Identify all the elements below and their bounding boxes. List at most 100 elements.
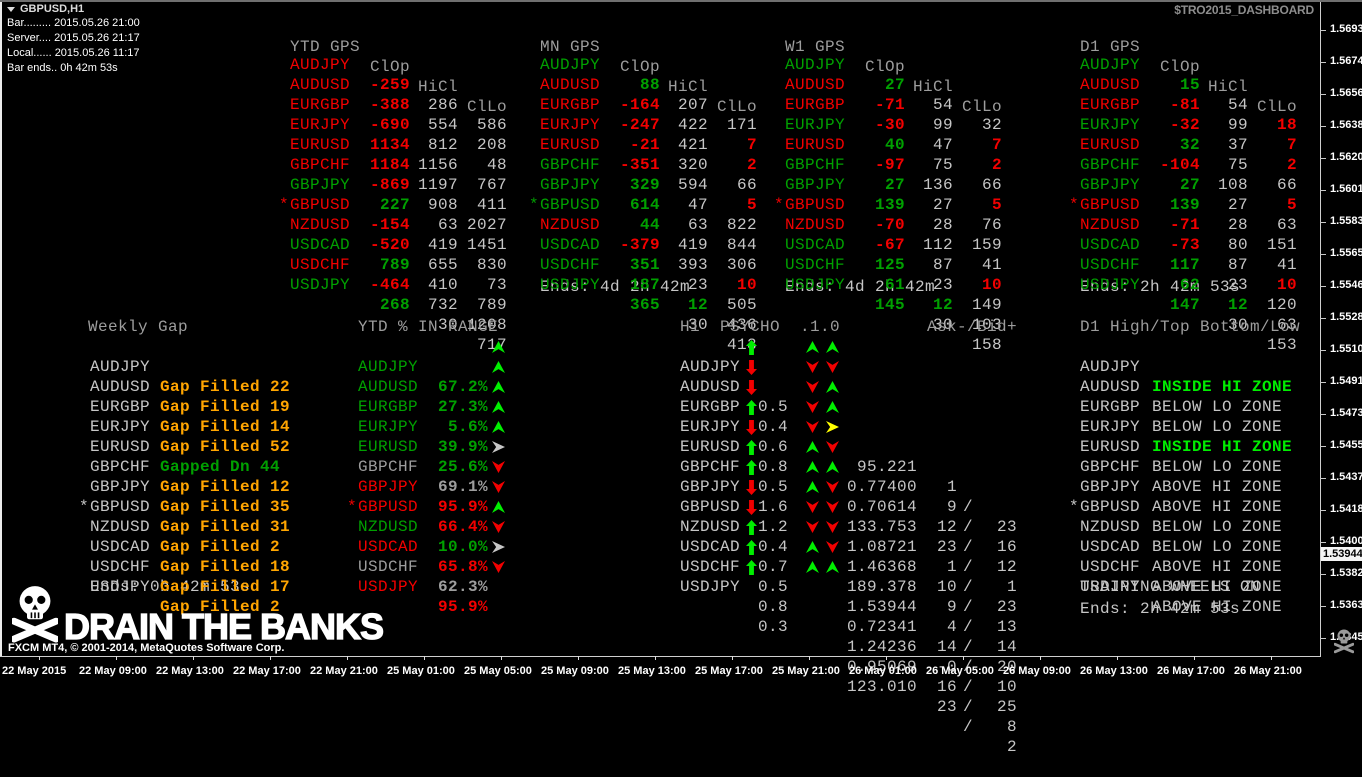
direction-block-arrow-icon	[746, 560, 757, 575]
time-label: 25 May 01:00	[387, 665, 455, 677]
price-label: 1.56565	[1330, 87, 1362, 99]
zone-row: EURJPY INSIDE HI ZONE	[1080, 397, 1320, 456]
psycho-row: EURGBP 0.6 0.70614 12 / 12	[680, 377, 1020, 576]
price-label: 1.54185	[1330, 503, 1362, 515]
price-label: 1.55650	[1330, 247, 1362, 259]
focus-star: *	[1069, 498, 1080, 516]
signal-arrow-icon	[806, 401, 819, 413]
time-axis[interactable]: 22 May 2015 22 May 09:00 22 May 13:00 22…	[2, 656, 1362, 677]
psycho-row: AUDUSD 0.4 0.77400 9 / 16	[680, 357, 1020, 556]
signal-arrow-icon	[826, 501, 839, 513]
time-tick: 26 May 05:00	[926, 656, 994, 677]
price-tick: 1.54735	[1320, 406, 1362, 422]
time-label: 26 May 21:00	[1234, 665, 1302, 677]
askbid-separator: /	[963, 618, 974, 636]
price-label: 1.56380	[1330, 119, 1362, 131]
price-label: 1.55285	[1330, 311, 1362, 323]
trend-arrow-icon	[492, 461, 505, 473]
current-price: 0.72341	[846, 618, 917, 636]
bid-count: 1	[1006, 578, 1017, 596]
price-label: 1.53820	[1330, 567, 1362, 579]
signal-arrow-icon	[806, 561, 819, 573]
ytd-range-row: USDCAD 65.8%	[358, 517, 518, 576]
zone-row: USDCAD ABOVE HI ZONE	[1080, 517, 1320, 576]
price-label: 1.54735	[1330, 407, 1362, 419]
zone-row: GBPCHF ABOVE HI ZONE	[1080, 437, 1320, 496]
zones-section: D1 High/Top Bottom/Low TRAINING WHEELS O…	[1069, 0, 1320, 675]
time-label: 25 May 17:00	[695, 665, 763, 677]
weekly-gap-row: * GBPUSD Gap Filled 31	[79, 477, 330, 536]
signal-arrow-icon	[826, 421, 839, 433]
direction-block-arrow-icon	[746, 440, 757, 455]
gap-status: Gap Filled 17	[160, 578, 291, 596]
zone-status: ABOVE HI ZONE	[1152, 578, 1283, 596]
weekly-gap-row: USDJPY Gap Filled 2	[90, 557, 330, 616]
signal-arrow-icon	[826, 441, 839, 453]
trend-arrow-icon	[492, 381, 505, 393]
clop-value: 365	[629, 296, 660, 314]
price-tick: 1.55465	[1320, 278, 1362, 294]
price-tick: 1.56565	[1320, 86, 1362, 102]
price-tick: 1.56380	[1320, 118, 1362, 134]
weekly-gap-row: AUDUSD Gap Filled 19	[90, 357, 330, 416]
time-label: 25 May 21:00	[772, 665, 840, 677]
chart-title-bar[interactable]: GBPUSD,H1	[7, 3, 84, 15]
pair-label: USDJPY	[680, 578, 741, 596]
clop-value: 187	[629, 276, 660, 294]
chevron-down-icon	[7, 6, 15, 12]
time-tick: 22 May 17:00	[233, 656, 301, 677]
direction-block-arrow-icon	[746, 520, 757, 535]
bid-count: 25	[996, 698, 1017, 716]
platform-copyright: FXCM MT4, © 2001-2014, MetaQuotes Softwa…	[8, 642, 285, 654]
direction-block-arrow-icon	[746, 400, 757, 415]
price-tick: 1.54370	[1320, 470, 1362, 486]
psycho-row: USDCHF 0.8 0.95069 16 / 8	[680, 537, 1020, 736]
trend-arrow-icon	[492, 421, 505, 433]
price-tick: 1.56930	[1320, 22, 1362, 38]
time-label: 25 May 13:00	[618, 665, 686, 677]
range-percent: 62.3%	[437, 578, 488, 596]
direction-block-arrow-icon	[746, 460, 757, 475]
time-tick: 26 May 21:00	[1234, 656, 1302, 677]
time-label: 25 May 09:00	[541, 665, 609, 677]
signal-arrow-icon	[806, 341, 819, 353]
current-price-marker: 1.53944	[1321, 547, 1362, 561]
time-label: 26 May 01:00	[849, 665, 917, 677]
ask-count: 16	[936, 678, 957, 696]
bid-count: 14	[996, 638, 1017, 656]
signal-arrow-icon	[826, 361, 839, 373]
bid-count: 23	[996, 598, 1017, 616]
trend-arrow-icon	[492, 361, 505, 373]
time-label: 26 May 09:00	[1003, 665, 1071, 677]
zone-row: EURUSD BELOW LO ZONE	[1080, 417, 1320, 476]
psycho-row: GBPJPY 1.2 189.378 9 / 14	[680, 457, 1020, 656]
bid-count: 2	[1006, 738, 1017, 756]
current-price: 189.378	[846, 578, 917, 596]
time-tick: 26 May 01:00	[849, 656, 917, 677]
price-tick: 1.56745	[1320, 54, 1362, 70]
ask-count: 23	[936, 698, 957, 716]
ytd-range-row: EURGBP 5.6%	[358, 377, 518, 436]
time-tick: 22 May 13:00	[156, 656, 224, 677]
trend-arrow-icon	[492, 541, 505, 553]
time-label: 22 May 09:00	[79, 665, 147, 677]
zone-row: * GBPUSD BELOW LO ZONE	[1069, 477, 1320, 536]
trend-arrow-icon	[492, 561, 505, 573]
time-label: 26 May 17:00	[1157, 665, 1225, 677]
skull-watermark-icon	[1334, 629, 1354, 654]
signal-arrow-icon	[806, 361, 819, 373]
time-tick: 22 May 09:00	[79, 656, 147, 677]
zone-row: NZDUSD BELOW LO ZONE	[1080, 497, 1320, 556]
pair-label: USDJPY	[90, 578, 151, 596]
time-tick: 22 May 21:00	[310, 656, 378, 677]
direction-block-arrow-icon	[746, 340, 757, 355]
price-label: 1.56015	[1330, 183, 1362, 195]
psycho-section: H1 PSYCHO .1.0 Ask-/Bid+ AUDJPY 0.5 95.2…	[680, 0, 1020, 756]
askbid-separator: /	[963, 598, 974, 616]
askbid-header: Ask-/Bid+	[926, 318, 1017, 336]
mt4-chart-window: { "window": { "title": "GBPUSD,H1", "das…	[0, 0, 1362, 756]
signal-arrow-icon	[826, 401, 839, 413]
price-tick: 1.55650	[1320, 246, 1362, 262]
time-tick: 25 May 01:00	[387, 656, 455, 677]
psycho-row: NZDUSD 0.7 0.72341 14 / 10	[680, 497, 1020, 696]
